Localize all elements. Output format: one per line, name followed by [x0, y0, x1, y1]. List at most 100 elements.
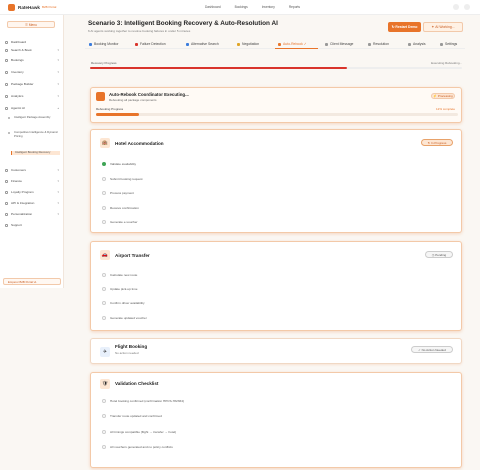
circle-icon — [102, 445, 106, 449]
recovery-progress-status: Executing Rebooking... — [431, 61, 462, 65]
hotel-status-badge: ↻ In Progress — [421, 139, 453, 146]
sidebar-item-customers[interactable]: Customers ▾ — [5, 168, 61, 172]
sidebar-item-package-builder[interactable]: Package Builder ▾ — [5, 82, 61, 86]
hotel-step: Process payment — [102, 191, 134, 195]
sidebar-subitem-dynamic-pricing[interactable]: Competitive Intelligence & Dynamic Prici… — [8, 130, 60, 138]
ai-icon — [5, 106, 8, 110]
sidebar-item-dashboard[interactable]: Dashboard — [5, 40, 61, 44]
dashboard-icon — [5, 40, 8, 44]
sidebar-item-inventory[interactable]: Inventory ▾ — [5, 70, 61, 74]
tab-failure-detection[interactable]: Failure Detection — [135, 42, 166, 46]
topnav-reports[interactable]: Reports — [289, 5, 300, 9]
sidebar-item-loyalty[interactable]: Loyalty Program ▾ — [5, 190, 61, 194]
package-icon — [5, 82, 8, 86]
active-tab-indicator — [275, 48, 318, 49]
sidebar-item-personalization[interactable]: Personalization ▾ — [5, 212, 61, 216]
hotel-icon: 🏨 — [100, 138, 110, 148]
coordinator-card: Auto-Rebook Coordinator Executing... Reb… — [90, 87, 462, 123]
sidebar-item-support[interactable]: Support — [5, 223, 61, 227]
circle-icon — [102, 191, 106, 195]
avatar[interactable] — [464, 4, 470, 10]
flight-status-badge: ✓ No Action Needed — [411, 346, 453, 353]
tab-negotiation[interactable]: Negotiation — [237, 42, 259, 46]
tab-analysis[interactable]: Analysis — [408, 42, 426, 46]
hotel-card: 🏨 Hotel Accommodation ↻ In Progress Vali… — [90, 129, 462, 233]
hotel-step: Receive confirmation — [102, 206, 139, 210]
support-icon — [5, 223, 8, 227]
sidebar-item-bookings[interactable]: Bookings ▾ — [5, 58, 61, 62]
chevron-down-icon: ▾ — [57, 212, 59, 216]
chevron-down-icon: ▾ — [57, 201, 59, 205]
recovery-progress-track — [90, 67, 462, 69]
notification-icon[interactable] — [453, 4, 459, 10]
validation-step: All vouchers generated and no policy con… — [102, 445, 173, 449]
coordinator-title: Auto-Rebook Coordinator Executing... — [109, 92, 189, 97]
rebook-icon — [278, 42, 281, 46]
page-subtitle: 6 AI agents working together to resolve … — [88, 29, 191, 33]
sidebar-item-finance[interactable]: Finance ▾ — [5, 179, 61, 183]
gear-icon — [440, 42, 443, 46]
circle-icon — [102, 177, 106, 181]
circle-icon — [102, 301, 106, 305]
monitor-icon — [89, 42, 92, 46]
circle-icon — [102, 220, 106, 224]
recovery-progress-fill — [90, 67, 347, 69]
tab-alternative-search[interactable]: Alternative Search — [186, 42, 219, 46]
rebooking-progress-label: Rebooking Progress — [96, 107, 124, 111]
chevron-down-icon: ▾ — [57, 70, 59, 74]
tab-resolution[interactable]: Resolution — [368, 42, 389, 46]
circle-icon — [102, 414, 106, 418]
menu-button[interactable]: ☰ Menu — [7, 21, 55, 28]
validation-step: Hotel booking confirmed (confirmation HP… — [102, 399, 184, 403]
plane-icon: ✈ — [100, 347, 110, 357]
tab-settings[interactable]: Settings — [440, 42, 457, 46]
sidebar-subitem-package-assembly[interactable]: Intelligent Package Assembly — [8, 115, 60, 120]
restart-demo-button[interactable]: ↻ Restart Demo — [388, 22, 421, 32]
circle-icon — [102, 273, 106, 277]
bookings-icon — [5, 58, 8, 62]
handshake-icon — [237, 42, 240, 46]
validation-step: All timings compatible (flight → transfe… — [102, 430, 176, 434]
chevron-up-icon: ▴ — [57, 106, 59, 110]
circle-icon — [102, 430, 106, 434]
loyalty-icon — [5, 190, 8, 194]
transfer-step: Update pick-up time — [102, 287, 138, 291]
brand-name: RateHawk — [18, 4, 40, 10]
topnav-dashboard[interactable]: Dashboard — [205, 5, 221, 9]
transfer-step: Confirm driver availability — [102, 301, 145, 305]
ai-working-button[interactable]: ✦ AI Working... — [423, 22, 463, 32]
bullet-icon — [8, 117, 10, 119]
logo-icon — [8, 3, 15, 11]
coordinator-icon — [96, 92, 105, 101]
page-title: Scenario 3: Intelligent Booking Recovery… — [88, 20, 278, 27]
topnav-inventory[interactable]: Inventory — [262, 5, 275, 9]
api-icon — [5, 201, 8, 205]
recovery-progress: Recovery Progress Executing Rebooking... — [90, 61, 462, 73]
chevron-down-icon: ▾ — [57, 168, 59, 172]
rebooking-progress-track — [96, 113, 458, 116]
sidebar-item-search-book[interactable]: Search & Book ▾ — [5, 48, 61, 52]
resolution-icon — [368, 42, 371, 46]
analytics-icon — [5, 94, 8, 98]
customers-icon — [5, 168, 8, 172]
topnav-bookings[interactable]: Bookings — [235, 5, 248, 9]
tab-client-message[interactable]: Client Message — [325, 42, 353, 46]
chevron-down-icon: ▾ — [57, 48, 59, 52]
finance-icon — [5, 179, 8, 183]
top-bar: RateHawk B2B Portal Dashboard Bookings I… — [0, 0, 480, 15]
sidebar-item-analytics[interactable]: Analytics ▾ — [5, 94, 61, 98]
chevron-down-icon: ▾ — [57, 58, 59, 62]
sidebar-item-agentic-ai[interactable]: Agentic AI ▴ — [5, 106, 61, 110]
circle-icon — [102, 206, 106, 210]
chevron-down-icon: ▾ — [57, 179, 59, 183]
sidebar-footer[interactable]: Emperor B2B Portal v1 — [3, 278, 61, 285]
tab-auto-rebook[interactable]: Auto-Rebook ✓ — [278, 42, 307, 46]
warning-icon — [135, 42, 138, 46]
tab-booking-monitor[interactable]: Booking Monitor — [89, 42, 119, 46]
sidebar: ☰ Menu Dashboard Search & Book ▾ Bookings… — [0, 15, 64, 288]
sidebar-subitem-booking-recovery[interactable]: Intelligent Booking Recovery — [11, 150, 60, 155]
flight-title: Flight Booking — [115, 344, 148, 349]
sidebar-item-api[interactable]: API & Integration ▾ — [5, 201, 61, 205]
personalization-icon — [5, 212, 8, 216]
shield-icon: 🛡 — [100, 379, 110, 389]
